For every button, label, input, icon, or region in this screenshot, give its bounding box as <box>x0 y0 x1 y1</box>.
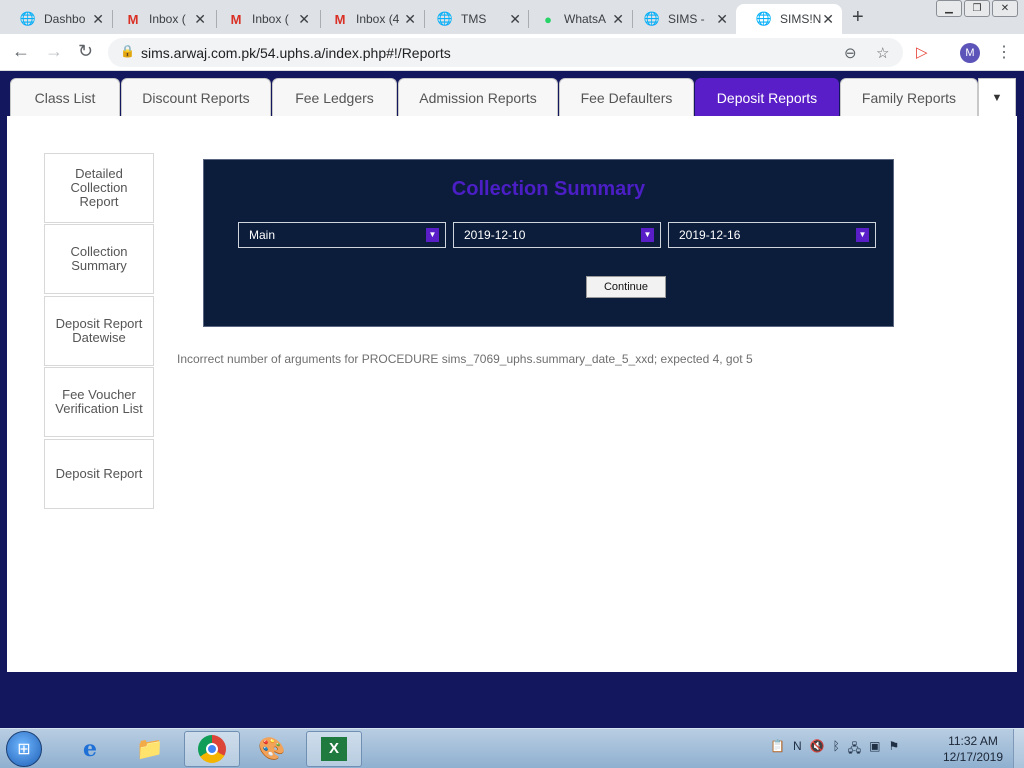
to-date-select[interactable]: 2019-12-16 ▼ <box>668 222 876 248</box>
tab-fee-ledgers[interactable]: Fee Ledgers <box>272 78 397 116</box>
clock-time: 11:32 AM <box>948 734 998 748</box>
content-area: Detailed Collection Report Collection Su… <box>7 116 1017 672</box>
campus-select[interactable]: Main ▼ <box>238 222 446 248</box>
browser-tab-active[interactable]: 🌐 SIMS!N ✕ <box>736 4 842 34</box>
show-desktop-button[interactable] <box>1013 729 1024 768</box>
sidebar-item-deposit-report-datewise[interactable]: Deposit Report Datewise <box>44 296 154 366</box>
campus-select-value: Main <box>249 228 276 242</box>
browser-tab-2[interactable]: M Inbox ( ✕ <box>105 4 214 34</box>
from-date-select[interactable]: 2019-12-10 ▼ <box>453 222 661 248</box>
paint-icon[interactable]: 🎨 <box>244 731 300 767</box>
browser-tab-1[interactable]: 🌐 Dashbo ✕ <box>0 4 112 34</box>
lock-icon: 🔒 <box>120 44 135 58</box>
url-text[interactable]: sims.arwaj.com.pk/54.uphs.a/index.php#!/… <box>141 45 451 61</box>
globe-icon: 🌐 <box>643 11 661 26</box>
caret-down-icon: ▼ <box>991 91 1003 104</box>
error-message: Incorrect number of arguments for PROCED… <box>177 352 753 366</box>
globe-icon: 🌐 <box>436 11 454 26</box>
bluetooth-icon[interactable]: ᛒ <box>833 739 840 760</box>
panel-title: Collection Summary <box>451 178 646 200</box>
network-icon[interactable]: 🖧 <box>848 739 861 760</box>
address-bar[interactable]: 🔒 sims.arwaj.com.pk/54.uphs.a/index.php#… <box>108 38 903 67</box>
report-tabs-bar: Class List Discount Reports Fee Ledgers … <box>0 71 1024 117</box>
close-icon[interactable]: ✕ <box>612 11 624 28</box>
continue-button[interactable]: Continue <box>586 276 666 298</box>
internet-explorer-icon[interactable]: e <box>62 731 118 767</box>
windows-logo-icon: ⊞ <box>17 741 31 758</box>
whatsapp-icon: ● <box>544 11 552 27</box>
browser-toolbar: ← → ↻ 🔒 sims.arwaj.com.pk/54.uphs.a/inde… <box>0 34 1024 71</box>
tab-deposit-reports[interactable]: Deposit Reports <box>695 78 839 116</box>
close-icon[interactable]: ✕ <box>194 11 206 28</box>
close-icon[interactable]: ✕ <box>92 11 104 28</box>
collection-summary-panel: Collection Summary Main ▼ 2019-12-10 ▼ 2… <box>203 159 894 327</box>
browser-tab-3[interactable]: M Inbox ( ✕ <box>208 4 318 34</box>
gmail-icon: M <box>230 11 242 27</box>
system-tray: 📋 N 🔇 ᛒ 🖧 ▣ ⚑ <box>770 739 899 760</box>
new-tab-button[interactable]: + <box>852 6 864 29</box>
from-date-value: 2019-12-10 <box>464 228 526 242</box>
gmail-icon: M <box>334 11 346 27</box>
volume-muted-icon[interactable]: 🔇 <box>810 739 825 760</box>
taskbar-clock[interactable]: 11:32 AM 12/17/2019 <box>934 733 1012 765</box>
browser-tab-7[interactable]: 🌐 SIMS - ✕ <box>624 4 736 34</box>
file-explorer-icon[interactable]: 📁 <box>122 731 178 767</box>
start-button[interactable]: ⊞ <box>6 731 42 767</box>
chrome-icon[interactable] <box>184 731 240 767</box>
tab-admission-reports[interactable]: Admission Reports <box>398 78 558 116</box>
back-arrow-icon[interactable]: ← <box>12 41 30 62</box>
sidebar-item-deposit-report[interactable]: Deposit Report <box>44 439 154 509</box>
sidebar-item-detailed-collection-report[interactable]: Detailed Collection Report <box>44 153 154 223</box>
chevron-down-icon: ▼ <box>426 228 439 242</box>
zoom-icon[interactable]: ⊖ <box>844 44 857 62</box>
globe-icon: 🌐 <box>755 11 773 26</box>
close-icon[interactable]: ✕ <box>822 11 834 28</box>
onenote-icon[interactable]: N <box>793 739 802 760</box>
tabs-overflow-dropdown[interactable]: ▼ <box>978 78 1016 116</box>
to-date-value: 2019-12-16 <box>679 228 741 242</box>
display-icon[interactable]: ▣ <box>869 739 880 760</box>
extension-icon[interactable]: ▷ <box>916 43 928 61</box>
browser-tab-strip: 🌐 Dashbo ✕ M Inbox ( ✕ M Inbox ( ✕ M Inb… <box>0 0 1024 34</box>
menu-kebab-icon[interactable]: ⋮ <box>996 42 1012 62</box>
sidebar-item-collection-summary[interactable]: Collection Summary <box>44 224 154 294</box>
sidebar-item-fee-voucher-verification-list[interactable]: Fee Voucher Verification List <box>44 367 154 437</box>
clock-date: 12/17/2019 <box>942 750 1004 764</box>
browser-tab-4[interactable]: M Inbox (4 ✕ <box>312 4 424 34</box>
browser-tab-6[interactable]: ● WhatsA ✕ <box>520 4 632 34</box>
windows-taskbar: ⊞ e 📁 🎨 X 📋 N 🔇 ᛒ 🖧 ▣ ⚑ 11:32 AM 12/17/2… <box>0 728 1024 768</box>
chevron-down-icon: ▼ <box>641 228 654 242</box>
forward-arrow-icon[interactable]: → <box>45 41 63 62</box>
close-window-button[interactable]: ✕ <box>992 0 1018 17</box>
restore-button[interactable]: ❐ <box>964 0 990 17</box>
tab-fee-defaulters[interactable]: Fee Defaulters <box>559 78 694 116</box>
close-icon[interactable]: ✕ <box>404 11 416 28</box>
reload-icon[interactable]: ↻ <box>78 41 93 62</box>
excel-icon[interactable]: X <box>306 731 362 767</box>
avatar[interactable]: M <box>960 43 980 63</box>
window-controls: ▁ ❐ ✕ <box>936 0 1018 17</box>
chevron-down-icon: ▼ <box>856 228 869 242</box>
action-center-flag-icon[interactable]: ⚑ <box>889 739 900 760</box>
tab-family-reports[interactable]: Family Reports <box>840 78 978 116</box>
browser-tab-5[interactable]: 🌐 TMS ✕ <box>417 4 529 34</box>
minimize-button[interactable]: ▁ <box>936 0 962 17</box>
tab-discount-reports[interactable]: Discount Reports <box>121 78 271 116</box>
close-icon[interactable]: ✕ <box>716 11 728 28</box>
bookmark-star-icon[interactable]: ☆ <box>876 44 889 62</box>
clipboard-icon[interactable]: 📋 <box>770 739 785 760</box>
tab-class-list[interactable]: Class List <box>10 78 120 116</box>
close-icon[interactable]: ✕ <box>298 11 310 28</box>
globe-icon: 🌐 <box>19 11 37 26</box>
gmail-icon: M <box>127 11 139 27</box>
